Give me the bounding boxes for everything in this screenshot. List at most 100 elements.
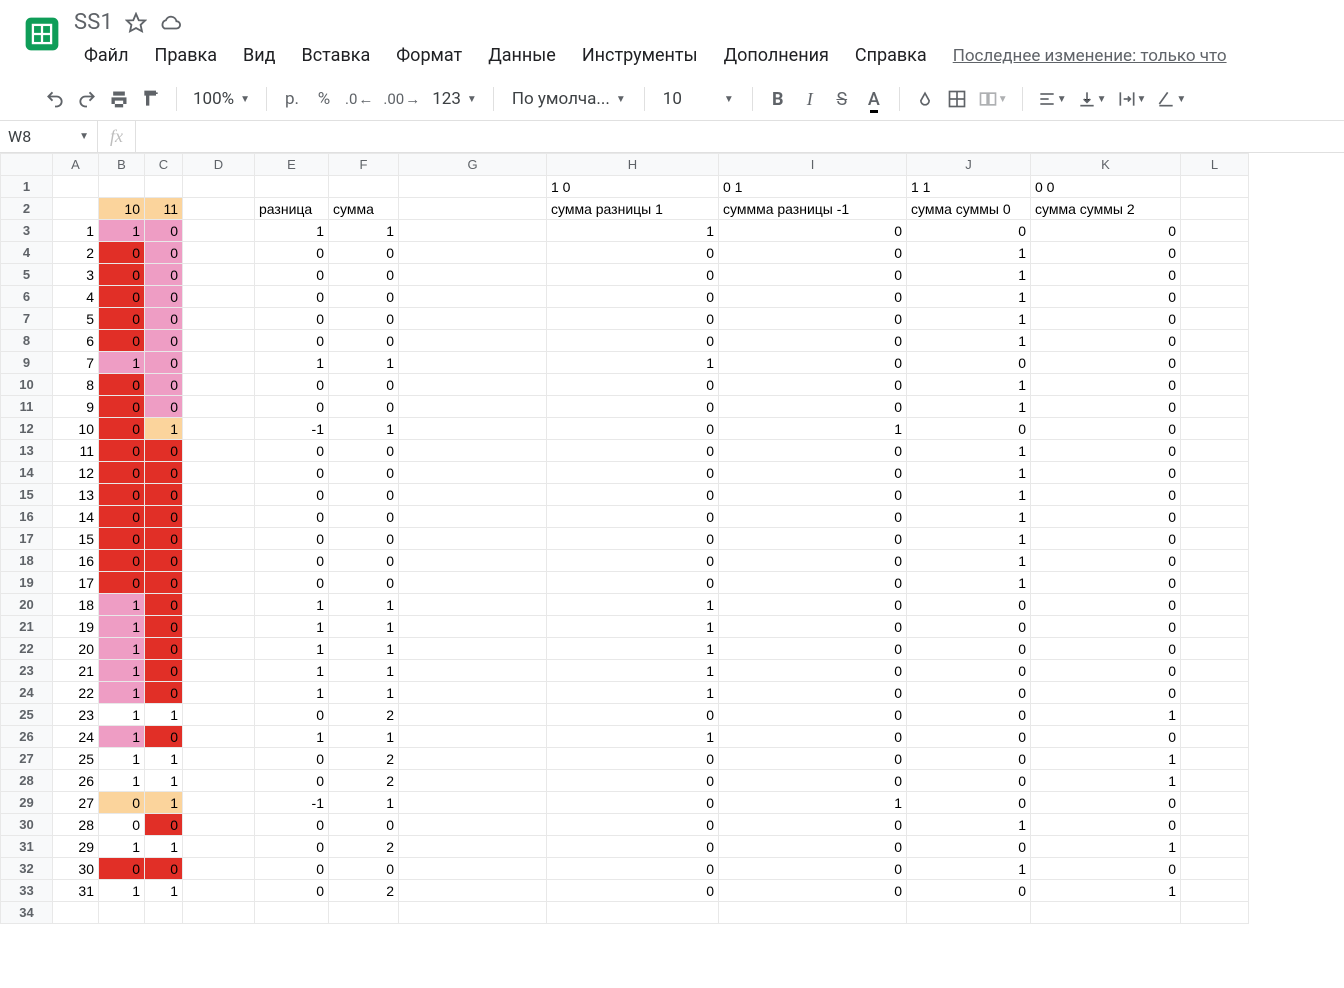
cell[interactable]: 1 xyxy=(99,682,145,704)
row-header[interactable]: 21 xyxy=(1,616,53,638)
fill-color-icon[interactable] xyxy=(910,84,940,114)
cell[interactable] xyxy=(399,242,547,264)
cell[interactable]: 0 xyxy=(907,682,1031,704)
cell[interactable] xyxy=(1181,528,1249,550)
cell[interactable]: 1 xyxy=(329,638,399,660)
cell[interactable] xyxy=(1181,198,1249,220)
cell[interactable]: 0 xyxy=(719,572,907,594)
cell[interactable] xyxy=(183,440,255,462)
cell[interactable]: 1 xyxy=(907,242,1031,264)
cell[interactable] xyxy=(255,176,329,198)
cell[interactable]: 0 xyxy=(719,484,907,506)
cell[interactable] xyxy=(1181,748,1249,770)
cell[interactable]: 29 xyxy=(53,836,99,858)
menu-file[interactable]: Файл xyxy=(72,41,140,70)
cell[interactable] xyxy=(183,748,255,770)
cell[interactable] xyxy=(399,836,547,858)
cell[interactable] xyxy=(183,308,255,330)
print-icon[interactable] xyxy=(104,84,134,114)
cell[interactable]: 0 xyxy=(145,330,183,352)
cell[interactable]: 0 xyxy=(547,572,719,594)
cell[interactable]: 1 xyxy=(145,880,183,902)
cell[interactable] xyxy=(99,176,145,198)
cell[interactable]: 0 xyxy=(547,704,719,726)
spreadsheet-grid[interactable]: ABCDEFGHIJKL11 00 11 10 021011разницасум… xyxy=(0,153,1344,988)
cell[interactable] xyxy=(183,506,255,528)
cell[interactable] xyxy=(1181,396,1249,418)
cell[interactable] xyxy=(1181,770,1249,792)
cell[interactable]: 0 xyxy=(255,528,329,550)
cell[interactable]: 0 xyxy=(145,660,183,682)
cell[interactable]: 0 xyxy=(719,220,907,242)
cell[interactable]: 0 xyxy=(329,264,399,286)
cell[interactable]: 0 xyxy=(1031,418,1181,440)
cell[interactable] xyxy=(399,814,547,836)
cell[interactable]: 0 xyxy=(1031,814,1181,836)
cloud-icon[interactable] xyxy=(159,12,181,34)
cell[interactable]: 0 xyxy=(719,330,907,352)
cell[interactable]: 19 xyxy=(53,616,99,638)
cell[interactable]: 1 xyxy=(1031,748,1181,770)
cell[interactable]: 0 xyxy=(145,308,183,330)
cell[interactable]: 0 xyxy=(329,440,399,462)
cell[interactable] xyxy=(183,858,255,880)
undo-icon[interactable] xyxy=(40,84,70,114)
cell[interactable]: 0 xyxy=(719,726,907,748)
cell[interactable]: 0 xyxy=(547,286,719,308)
cell[interactable]: 0 xyxy=(255,462,329,484)
cell[interactable]: 0 xyxy=(719,770,907,792)
row-header[interactable]: 13 xyxy=(1,440,53,462)
cell[interactable]: 0 xyxy=(547,748,719,770)
cell[interactable] xyxy=(907,902,1031,924)
cell[interactable]: 1 xyxy=(99,748,145,770)
cell[interactable]: 0 xyxy=(145,506,183,528)
cell[interactable]: 0 xyxy=(719,264,907,286)
cell[interactable]: 0 xyxy=(907,418,1031,440)
cell[interactable]: 0 xyxy=(145,484,183,506)
cell[interactable]: 0 xyxy=(547,770,719,792)
cell[interactable] xyxy=(183,418,255,440)
cell[interactable] xyxy=(1181,880,1249,902)
cell[interactable]: 1 xyxy=(255,726,329,748)
name-box[interactable]: W8▼ xyxy=(0,121,98,152)
cell[interactable]: 0 xyxy=(1031,792,1181,814)
cell[interactable]: 0 xyxy=(1031,506,1181,528)
cell[interactable] xyxy=(399,770,547,792)
cell[interactable]: 0 xyxy=(907,792,1031,814)
cell[interactable] xyxy=(399,506,547,528)
cell[interactable] xyxy=(1181,330,1249,352)
cell[interactable] xyxy=(399,792,547,814)
cell[interactable]: 0 xyxy=(1031,374,1181,396)
cell[interactable] xyxy=(183,396,255,418)
cell[interactable]: 1 xyxy=(255,220,329,242)
cell[interactable]: 0 xyxy=(255,704,329,726)
column-header[interactable]: A xyxy=(53,154,99,176)
cell[interactable]: 1 xyxy=(907,528,1031,550)
column-header[interactable]: J xyxy=(907,154,1031,176)
cell[interactable]: 0 xyxy=(719,506,907,528)
cell[interactable]: 0 xyxy=(1031,682,1181,704)
cell[interactable]: 21 xyxy=(53,660,99,682)
cell[interactable]: 10 xyxy=(53,418,99,440)
cell[interactable]: 0 xyxy=(1031,660,1181,682)
cell[interactable]: 0 xyxy=(1031,858,1181,880)
cell[interactable]: 0 xyxy=(99,374,145,396)
cell[interactable] xyxy=(183,242,255,264)
cell[interactable]: 0 xyxy=(255,308,329,330)
cell[interactable]: 1 xyxy=(547,682,719,704)
last-edit-link[interactable]: Последнее изменение: только что xyxy=(953,46,1227,66)
cell[interactable]: 1 xyxy=(99,726,145,748)
row-header[interactable]: 25 xyxy=(1,704,53,726)
cell[interactable]: 0 xyxy=(99,286,145,308)
cell[interactable] xyxy=(183,660,255,682)
cell[interactable]: 6 xyxy=(53,330,99,352)
bold-button[interactable]: B xyxy=(763,84,793,114)
menu-tools[interactable]: Инструменты xyxy=(570,41,710,70)
cell[interactable]: 1 xyxy=(1031,770,1181,792)
cell[interactable]: 1 xyxy=(547,594,719,616)
cell[interactable] xyxy=(547,902,719,924)
column-header[interactable]: D xyxy=(183,154,255,176)
cell[interactable]: 1 xyxy=(547,660,719,682)
row-header[interactable]: 5 xyxy=(1,264,53,286)
cell[interactable]: 11 xyxy=(53,440,99,462)
